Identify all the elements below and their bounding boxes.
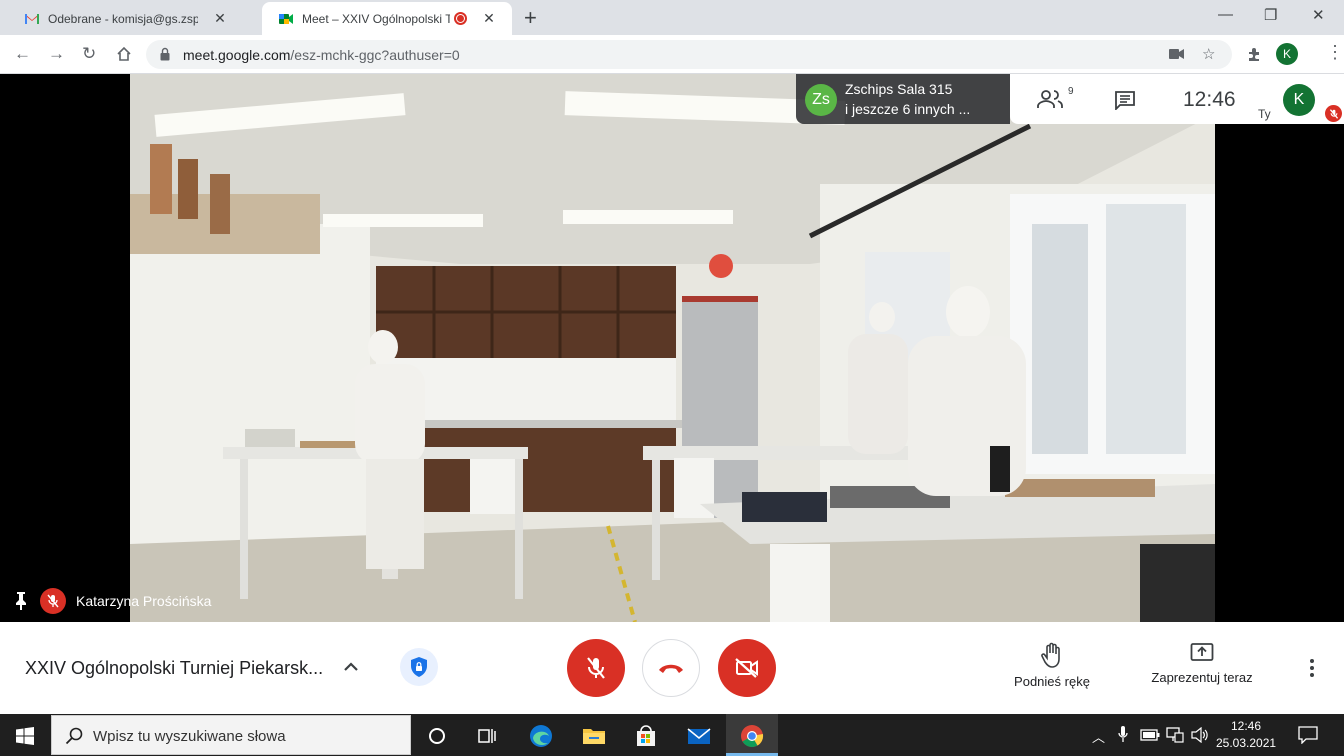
self-mic-off-icon [1325,105,1342,122]
tray-chevron-up-icon[interactable]: ︿ [1092,727,1105,746]
extensions-icon[interactable] [1246,47,1262,63]
bookmark-star-icon[interactable]: ☆ [1202,45,1215,63]
search-icon [65,727,83,745]
edge-icon[interactable] [528,723,554,749]
meet-stage: Katarzyna Prościńska Zs Zschips Sala 315… [0,74,1344,622]
battery-icon[interactable] [1140,729,1160,741]
windows-taskbar: Wpisz tu wyszukiwane słowa ︿ 12:46 25.03… [0,714,1344,756]
profile-avatar[interactable]: K [1276,43,1298,65]
store-icon[interactable] [633,723,659,749]
taskbar-chrome-button[interactable] [726,714,778,756]
gmail-icon [25,13,39,24]
system-time: 12:46 [1230,719,1262,733]
file-explorer-icon[interactable] [581,723,607,749]
cortana-icon[interactable] [424,723,450,749]
presenter-indicator[interactable]: Zs Zschips Sala 315 i jeszcze 6 innych .… [796,74,1010,124]
search-placeholder: Wpisz tu wyszukiwane słowa [93,728,286,745]
chevron-up-icon[interactable] [340,656,362,678]
restore-icon[interactable]: ❐ [1264,6,1277,24]
meeting-controls-bar: XXIV Ogólnopolski Turniej Piekarsk... Po… [0,622,1344,714]
tab-title: Odebrane - komisja@gs.zsps.poz [48,11,198,26]
mic-off-icon [587,657,605,679]
browser-menu-icon[interactable]: ⋮ [1326,43,1344,61]
microphone-tray-icon[interactable] [1118,725,1128,743]
network-icon[interactable] [1166,727,1184,743]
present-now-label: Zaprezentuj teraz [1151,670,1253,685]
address-bar[interactable]: meet.google.com/esz-mchk-ggc?authuser=0 … [146,40,1232,69]
lock-icon [160,47,170,61]
presenter-avatar: Zs [805,84,837,116]
raise-hand-label: Podnieś rękę [1014,674,1090,689]
more-options-icon[interactable] [1300,656,1324,680]
participant-name-tag: Katarzyna Prościńska [12,588,211,614]
participant-name: Katarzyna Prościńska [76,593,212,609]
url-text: meet.google.com/esz-mchk-ggc?authuser=0 [183,47,460,63]
tab-gmail[interactable]: Odebrane - komisja@gs.zsps.poz ✕ [8,2,260,35]
system-clock[interactable]: 12:46 25.03.2021 [1216,718,1276,752]
forward-icon[interactable]: → [48,44,65,64]
presenter-others: i jeszcze 6 innych ... [845,101,971,117]
camera-toggle-button[interactable] [718,639,776,697]
hang-up-icon [659,664,683,673]
home-icon[interactable] [116,46,132,62]
taskbar-search-box[interactable]: Wpisz tu wyszukiwane słowa [51,715,411,755]
notifications-icon[interactable] [1298,726,1318,744]
self-avatar: K [1283,84,1315,116]
browser-toolbar: ← → ↻ meet.google.com/esz-mchk-ggc?authu… [0,35,1344,74]
volume-icon[interactable] [1191,727,1209,743]
self-label: Ty [1258,107,1271,121]
people-count: 9 [1068,86,1074,97]
meet-icon [279,13,293,24]
task-view-icon[interactable] [474,723,500,749]
close-window-icon[interactable]: ✕ [1312,6,1325,24]
recording-icon [454,12,467,25]
raise-hand-icon [1041,642,1060,668]
host-controls-shield-icon[interactable] [400,648,438,686]
leave-call-button[interactable] [642,639,700,697]
meeting-clock: 12:46 [1183,88,1236,111]
mail-icon[interactable] [686,723,712,749]
mic-off-icon [40,588,66,614]
pin-icon[interactable] [12,591,30,611]
close-tab-icon[interactable]: ✕ [212,10,228,27]
raise-hand-button[interactable]: Podnieś rękę [1000,642,1104,689]
meeting-title[interactable]: XXIV Ogólnopolski Turniej Piekarsk... [25,658,323,679]
minimize-icon[interactable]: — [1218,6,1233,23]
participant-video [130,74,1215,622]
close-tab-icon[interactable]: ✕ [481,10,497,27]
present-now-button[interactable]: Zaprezentuj teraz [1140,642,1264,685]
tab-meet[interactable]: Meet – XXIV Ogólnopolski Tu ✕ [262,2,512,35]
chrome-icon [741,725,764,747]
reload-icon[interactable]: ↻ [82,44,96,64]
tab-title: Meet – XXIV Ogólnopolski Tu [302,11,450,26]
new-tab-button[interactable]: + [524,5,537,31]
people-icon[interactable] [1037,89,1065,109]
browser-tabstrip: Odebrane - komisja@gs.zsps.poz ✕ Meet – … [0,0,1344,35]
presenter-name: Zschips Sala 315 [845,81,953,97]
chat-icon[interactable] [1114,90,1136,110]
meeting-info-bar: 9 12:46 Ty K [1010,74,1344,124]
microphone-toggle-button[interactable] [567,639,625,697]
back-icon[interactable]: ← [14,44,31,64]
windows-start-icon[interactable] [16,727,34,745]
system-date: 25.03.2021 [1216,736,1277,750]
present-screen-icon [1190,643,1214,661]
camera-off-icon [735,658,758,678]
camera-permission-icon[interactable] [1169,48,1185,60]
